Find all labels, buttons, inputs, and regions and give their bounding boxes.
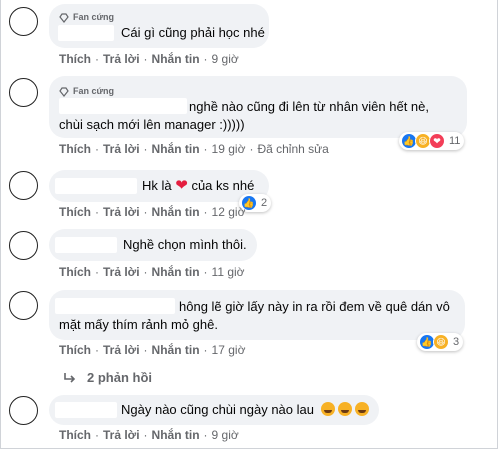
like-link[interactable]: Thích xyxy=(59,205,91,219)
comment-text: Cái gì cũng phải học nhé xyxy=(121,25,265,40)
separator: · xyxy=(143,142,148,156)
comment-text-line2: mặt mấy thím rảnh mỏ ghê. xyxy=(59,317,218,332)
comment-bubble: Fan cứng Cái gì cũng phải học nhé xyxy=(49,4,269,48)
commenter-name[interactable] xyxy=(55,402,117,418)
diamond-icon xyxy=(59,86,69,97)
comment-text-part2: của ks nhé xyxy=(191,178,255,193)
avatar[interactable] xyxy=(9,171,38,200)
like-link[interactable]: Thích xyxy=(59,428,91,442)
comment-text-line2: chùi sạch mới lên manager :))))) xyxy=(59,117,245,132)
view-replies-link[interactable]: 2 phản hồi xyxy=(63,370,152,385)
reply-arrow-icon xyxy=(64,372,76,383)
avatar[interactable] xyxy=(9,231,38,260)
fan-badge: Fan cứng xyxy=(59,9,114,26)
comment-text: Hk là ❤ của ks nhé xyxy=(142,177,254,194)
comment-text-part1: Hk là xyxy=(142,178,172,193)
comment-bubble: hông lẽ giờ lấy này in ra rồi đem về quê… xyxy=(49,290,465,340)
separator: · xyxy=(95,265,99,279)
comment-actions: Thích · Trả lời · Nhắn tin · 11 giờ xyxy=(59,265,245,279)
comment-bubble: Fan cứng nghề nào cũng đi lên từ nhân vi… xyxy=(49,76,467,138)
timestamp[interactable]: 9 giờ xyxy=(212,52,239,66)
separator: · xyxy=(95,205,99,219)
commenter-name[interactable] xyxy=(55,237,117,253)
comment-actions: Thích · Trả lời · Nhắn tin · 17 giờ xyxy=(59,343,245,357)
timestamp[interactable]: 17 giờ xyxy=(212,343,246,357)
reply-link[interactable]: Trả lời xyxy=(103,142,140,156)
separator: · xyxy=(143,343,148,357)
comment-text: Ngày nào cũng chùi ngày nào lau xyxy=(121,401,369,418)
separator: · xyxy=(143,428,148,442)
tired-face-emoji-icon xyxy=(337,402,352,416)
separator: · xyxy=(143,265,148,279)
message-link[interactable]: Nhắn tin xyxy=(152,343,200,357)
separator: · xyxy=(95,142,99,156)
separator: · xyxy=(203,265,208,279)
like-link[interactable]: Thích xyxy=(59,265,91,279)
fan-badge-label: Fan cứng xyxy=(73,12,115,22)
message-link[interactable]: Nhắn tin xyxy=(152,428,200,442)
comment-bubble: Ngày nào cũng chùi ngày nào lau xyxy=(49,395,379,425)
separator: · xyxy=(143,52,148,66)
separator: · xyxy=(95,343,99,357)
reaction-count: 3 xyxy=(453,336,460,348)
view-replies-label: 2 phản hồi xyxy=(87,370,152,385)
message-link[interactable]: Nhắn tin xyxy=(152,142,200,156)
separator: · xyxy=(203,428,208,442)
like-link[interactable]: Thích xyxy=(59,343,91,357)
separator: · xyxy=(203,205,208,219)
commenter-name[interactable] xyxy=(55,178,137,194)
comment-text-line1: nghề nào cũng đi lên từ nhân viên hết nè… xyxy=(189,99,429,114)
tired-face-emoji-icon xyxy=(320,402,335,416)
separator: · xyxy=(95,52,99,66)
reaction-count: 2 xyxy=(261,197,268,209)
message-link[interactable]: Nhắn tin xyxy=(152,205,200,219)
reply-link[interactable]: Trả lời xyxy=(103,52,140,66)
separator: · xyxy=(203,52,208,66)
avatar[interactable] xyxy=(9,291,38,320)
love-reaction-icon: ❤ xyxy=(429,133,445,149)
timestamp[interactable]: 12 giờ xyxy=(212,205,246,219)
heart-icon: ❤ xyxy=(175,177,188,194)
avatar[interactable] xyxy=(9,7,38,36)
comment-actions: Thích · Trả lời · Nhắn tin · 9 giờ xyxy=(59,428,239,442)
commenter-name[interactable] xyxy=(55,298,175,314)
reply-link[interactable]: Trả lời xyxy=(103,205,140,219)
comment-text-line1: hông lẽ giờ lấy này in ra rồi đem về quê… xyxy=(179,299,450,314)
separator: · xyxy=(203,343,208,357)
comment-thread: Fan cứng Cái gì cũng phải học nhé Thích ·… xyxy=(0,0,498,449)
reply-link[interactable]: Trả lời xyxy=(103,428,140,442)
tired-face-emoji-icon xyxy=(354,402,369,416)
separator: · xyxy=(143,205,148,219)
separator: · xyxy=(95,428,99,442)
avatar[interactable] xyxy=(9,396,38,425)
haha-reaction-icon: 😆 xyxy=(433,334,449,350)
comment-actions: Thích · Trả lời · Nhắn tin · 9 giờ xyxy=(59,52,239,66)
message-link[interactable]: Nhắn tin xyxy=(152,52,200,66)
reaction-summary[interactable]: 👍 😆 3 xyxy=(417,333,464,351)
commenter-name[interactable] xyxy=(58,25,114,41)
reaction-summary[interactable]: 👍 😆 ❤ 11 xyxy=(399,132,465,150)
separator: · xyxy=(203,142,208,156)
edited-label[interactable]: Đã chỉnh sửa xyxy=(257,142,328,156)
diamond-icon xyxy=(59,12,69,23)
timestamp[interactable]: 19 giờ xyxy=(212,142,246,156)
comment-actions: Thích · Trả lời · Nhắn tin · 12 giờ xyxy=(59,205,245,219)
avatar[interactable] xyxy=(9,78,38,107)
commenter-name[interactable] xyxy=(59,98,187,114)
timestamp[interactable]: 11 giờ xyxy=(212,265,245,279)
comment-bubble: Hk là ❤ của ks nhé xyxy=(49,170,269,202)
reaction-count: 11 xyxy=(449,135,461,147)
separator: · xyxy=(249,142,254,156)
like-link[interactable]: Thích xyxy=(59,142,91,156)
comment-actions: Thích · Trả lời · Nhắn tin · 19 giờ · Đã chỉ… xyxy=(59,142,329,156)
comment-text: Nghề chọn mình thôi. xyxy=(123,237,247,252)
message-link[interactable]: Nhắn tin xyxy=(152,265,200,279)
reply-link[interactable]: Trả lời xyxy=(103,343,140,357)
like-link[interactable]: Thích xyxy=(59,52,91,66)
timestamp[interactable]: 9 giờ xyxy=(212,428,239,442)
comment-text-body: Ngày nào cũng chùi ngày nào lau xyxy=(121,402,314,417)
reply-link[interactable]: Trả lời xyxy=(103,265,140,279)
comment-bubble: Nghề chọn mình thôi. xyxy=(49,229,257,261)
